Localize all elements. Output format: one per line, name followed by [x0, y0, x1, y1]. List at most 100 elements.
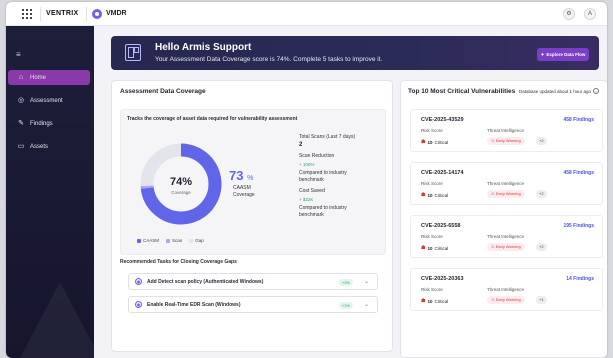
recommended-tasks-title: Recommended Tasks for Closing Coverage G… — [120, 259, 237, 265]
main-content: Hello Armis Support Your Assessment Data… — [94, 26, 607, 358]
threat-intel-label: Threat Intelligence — [487, 287, 525, 292]
legend-item-gap: Gap — [189, 238, 204, 243]
vulnerability-card[interactable]: CVE-2025-6558 195 Findings Risk Score Th… — [410, 215, 603, 258]
vulnerability-card[interactable]: CVE-2025-43529 458 Findings Risk Score T… — [410, 109, 603, 152]
more-badge[interactable]: +1 — [536, 296, 547, 304]
early-warning-badge: ⚠ Early Warning — [487, 137, 525, 145]
benchmark-note: Compared to industry — [299, 205, 347, 211]
menu-icon[interactable]: ≡ — [16, 50, 21, 59]
panel-title: Top 10 Most Critical Vulnerabilities — [408, 88, 516, 95]
explore-button-label: Explore Data Flow — [546, 52, 586, 57]
coverage-panel: Assessment Data Coverage Tracks the cove… — [111, 80, 393, 352]
legend-item-caasm: CAASM — [137, 238, 159, 243]
ti-label: Early Warning — [495, 297, 521, 302]
findings-link[interactable]: 14 Findings — [566, 276, 594, 282]
ti-label: Early Warning — [495, 191, 521, 196]
app-grid-icon[interactable] — [22, 9, 32, 19]
app-window: VENTRIX VMDR ⚙ A ≡ ⌂ Home ◎ Assessment ✎… — [6, 2, 607, 358]
risk-value: 10 — [427, 192, 433, 198]
early-warning-badge: ⚠ Early Warning — [487, 296, 525, 304]
cve-id[interactable]: CVE-2025-20363 — [421, 276, 464, 282]
sidebar-item-assessment[interactable]: ◎ Assessment — [8, 93, 90, 108]
coverage-card: Tracks the coverage of asset data requir… — [120, 109, 386, 255]
critical-icon: ☗ — [421, 192, 426, 198]
task-gain-badge: +1% — [338, 302, 353, 309]
vulnerability-card[interactable]: CVE-2025-20363 14 Findings Risk Score Th… — [410, 268, 603, 311]
caasm-label-line: CAASM — [233, 185, 251, 191]
assessment-icon: ◎ — [17, 96, 25, 104]
risk-score-label: Risk Score — [421, 181, 443, 186]
findings-link[interactable]: 458 Findings — [563, 170, 594, 176]
donut-legend: CAASM Scan Gap — [137, 238, 204, 243]
benchmark-note: Compared to industry — [299, 170, 347, 176]
database-updated: Database updated about 1 hour ago — [519, 89, 592, 94]
settings-icon[interactable]: ⚙ — [563, 8, 575, 20]
chevron-down-icon[interactable]: ⌄ — [364, 301, 369, 308]
findings-link[interactable]: 195 Findings — [563, 223, 594, 229]
vulnerability-card[interactable]: CVE-2025-14174 458 Findings Risk Score T… — [410, 162, 603, 205]
risk-value: 10 — [427, 245, 433, 251]
risk-score-label: Risk Score — [421, 287, 443, 292]
home-icon: ⌂ — [18, 73, 24, 81]
banner-title: Hello Armis Support — [155, 42, 252, 53]
dashboard-icon — [125, 44, 141, 61]
total-scans-value: 2 — [299, 142, 303, 148]
avatar[interactable]: A — [584, 8, 596, 20]
total-scans-label: Total Scans (Last 7 days) — [299, 134, 356, 140]
cve-id[interactable]: CVE-2025-14174 — [421, 170, 464, 176]
sidebar-item-findings[interactable]: ✎ Findings — [8, 116, 90, 131]
threat-intel-label: Threat Intelligence — [487, 128, 525, 133]
critical-icon: ☗ — [421, 298, 426, 304]
benchmark-note: benchmark — [299, 212, 324, 218]
cost-saved-label: Cost Saved — [299, 188, 325, 194]
cve-id[interactable]: CVE-2025-43529 — [421, 117, 464, 123]
cost-saved-value: + $32K — [299, 197, 314, 202]
chevron-down-icon[interactable]: ⌄ — [364, 278, 369, 285]
caasm-coverage-label: CAASM Coverage — [233, 185, 255, 199]
legend-label: Gap — [195, 238, 204, 243]
task-row[interactable]: ◉ Enable Real-Time EDR Scan (Windows) +1… — [128, 296, 378, 313]
risk-score: ☗ 10 Critical — [421, 139, 448, 145]
panel-title: Assessment Data Coverage — [120, 88, 206, 95]
explore-data-flow-button[interactable]: ✦ Explore Data Flow — [537, 48, 589, 61]
critical-icon: ☗ — [421, 139, 426, 145]
sidebar-item-label: Findings — [30, 120, 53, 127]
legend-label: Scan — [172, 238, 183, 243]
sidebar-item-assets[interactable]: ▭ Assets — [8, 139, 90, 154]
findings-link[interactable]: 458 Findings — [563, 117, 594, 123]
ti-label: Early Warning — [495, 244, 521, 249]
more-badge[interactable]: +2 — [536, 243, 547, 251]
assets-icon: ▭ — [17, 142, 25, 150]
severity: Critical — [434, 245, 449, 251]
risk-score: ☗ 10 Critical — [421, 298, 448, 304]
risk-value: 10 — [427, 139, 433, 145]
task-label: Enable Real-Time EDR Scan (Windows) — [147, 301, 241, 308]
legend-item-scan: Scan — [166, 238, 182, 243]
risk-score: ☗ 10 Critical — [421, 245, 448, 251]
app-name: VMDR — [106, 10, 127, 17]
risk-value: 10 — [427, 298, 433, 304]
benchmark-note: benchmark — [299, 177, 324, 183]
scan-reduction-label: Scan Reduction — [299, 153, 335, 159]
early-warning-badge: ⚠ Early Warning — [487, 190, 525, 198]
task-row[interactable]: ◉ Add Detect scan policy (Authenticated … — [128, 273, 378, 290]
risk-score-label: Risk Score — [421, 234, 443, 239]
caasm-label-line: Coverage — [233, 192, 255, 198]
sidebar-item-label: Assets — [30, 143, 49, 150]
cve-id[interactable]: CVE-2025-6558 — [421, 223, 460, 229]
sparkle-icon: ✦ — [540, 51, 545, 57]
sidebar-item-home[interactable]: ⌂ Home — [8, 70, 90, 85]
more-badge[interactable]: +2 — [536, 137, 547, 145]
ti-label: Early Warning — [495, 138, 521, 143]
info-icon[interactable]: i — [593, 88, 599, 94]
divider — [40, 7, 41, 21]
brand-logo[interactable]: VENTRIX — [46, 10, 78, 17]
sidebar-item-label: Home — [30, 74, 47, 81]
critical-icon: ☗ — [421, 245, 426, 251]
vmdr-app-icon — [92, 9, 102, 19]
top-bar: VENTRIX VMDR ⚙ A — [6, 2, 607, 26]
more-badge[interactable]: +2 — [536, 190, 547, 198]
divider — [86, 7, 87, 21]
sidebar: ≡ ⌂ Home ◎ Assessment ✎ Findings ▭ Asset… — [6, 26, 94, 358]
task-icon: ◉ — [135, 278, 142, 285]
